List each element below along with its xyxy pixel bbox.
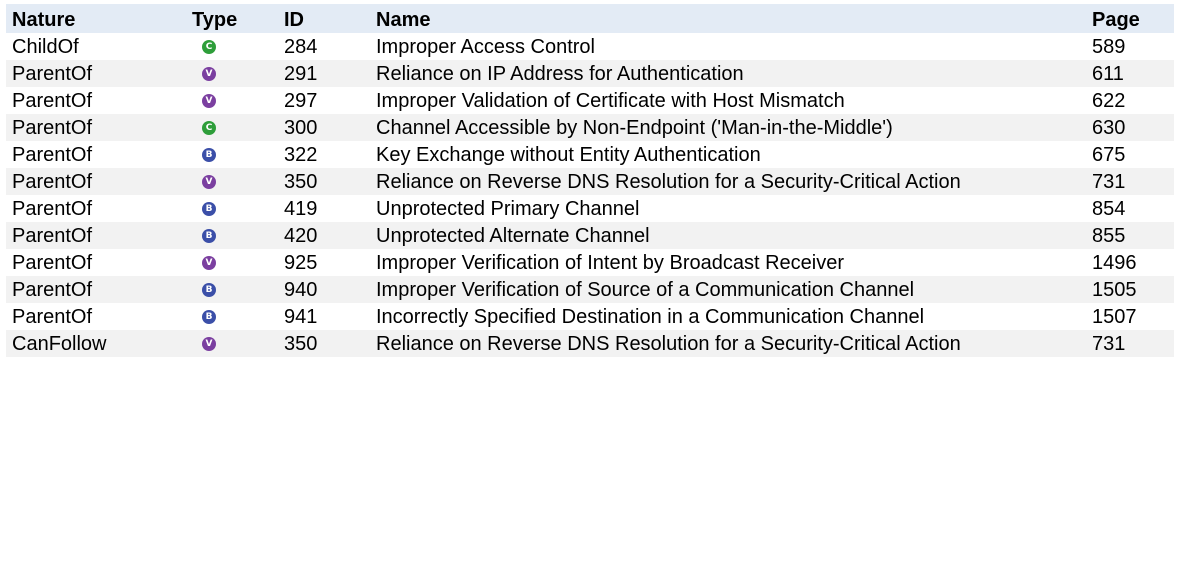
cell-id: 291	[284, 63, 318, 85]
base-icon: B	[202, 202, 216, 216]
cell-name: Channel Accessible by Non-Endpoint ('Man…	[376, 117, 893, 139]
cell-page: 731	[1092, 333, 1126, 355]
cell-type: B	[186, 303, 278, 330]
table-row: ParentOf V 925 Improper Verification of Int…	[6, 249, 1174, 276]
cell-nature: ParentOf	[12, 198, 93, 220]
cell-nature: ParentOf	[12, 63, 93, 85]
cell-id: 322	[284, 144, 318, 166]
cell-id: 941	[284, 306, 318, 328]
table-row: ParentOf B 322 Key Exchange without Entity …	[6, 141, 1174, 168]
base-icon: B	[202, 283, 216, 297]
cell-page: 854	[1092, 198, 1126, 220]
cell-type: B	[186, 276, 278, 303]
cell-page: 1507	[1092, 306, 1137, 328]
cell-type: V	[186, 60, 278, 87]
cell-type: V	[186, 87, 278, 114]
table-row: ParentOf B 420 Unprotected Alternate Channe…	[6, 222, 1174, 249]
cell-type: B	[186, 141, 278, 168]
variant-icon: V	[202, 175, 216, 189]
cell-name: Unprotected Alternate Channel	[376, 225, 650, 247]
cell-type: B	[186, 195, 278, 222]
header-id: ID	[284, 9, 304, 31]
header-row: Nature Type ID Name Page	[6, 4, 1174, 33]
table-row: CanFollow V 350 Reliance on Reverse DNS Res…	[6, 330, 1174, 357]
cell-name: Incorrectly Specified Destination in a C…	[376, 306, 925, 328]
variant-icon: V	[202, 256, 216, 270]
cell-name: Improper Verification of Source of a Com…	[376, 279, 915, 301]
cell-name: Reliance on Reverse DNS Resolution for a…	[376, 333, 961, 355]
header-name: Name	[376, 9, 431, 31]
cell-nature: ParentOf	[12, 90, 93, 112]
cell-id: 350	[284, 171, 318, 193]
table-header: Nature Type ID Name Page	[6, 4, 1174, 33]
category-icon: C	[202, 40, 216, 54]
table-row: ParentOf V 350 Reliance on Reverse DNS Reso…	[6, 168, 1174, 195]
cell-name: Improper Verification of Intent by Broad…	[376, 252, 845, 274]
cell-id: 350	[284, 333, 318, 355]
cell-id: 297	[284, 90, 318, 112]
cell-page: 675	[1092, 144, 1126, 166]
cell-page: 855	[1092, 225, 1126, 247]
cell-page: 630	[1092, 117, 1126, 139]
cell-type: C	[186, 33, 278, 60]
cell-id: 284	[284, 36, 318, 58]
relationships-table: Nature Type ID Name Page ChildOf C 284 Impr…	[6, 4, 1174, 357]
base-icon: B	[202, 229, 216, 243]
cell-page: 589	[1092, 36, 1126, 58]
variant-icon: V	[202, 337, 216, 351]
table-row: ParentOf B 941 Incorrectly Specified Destin…	[6, 303, 1174, 330]
header-nature: Nature	[12, 9, 76, 31]
cell-nature: ParentOf	[12, 171, 93, 193]
cell-name: Unprotected Primary Channel	[376, 198, 640, 220]
cell-type: B	[186, 222, 278, 249]
table-body: ChildOf C 284 Improper Access Control 589 Par…	[6, 33, 1174, 357]
cell-nature: ParentOf	[12, 306, 93, 328]
table-row: ParentOf V 291 Reliance on IP Address for A…	[6, 60, 1174, 87]
cell-type: V	[186, 330, 278, 357]
category-icon: C	[202, 121, 216, 135]
cell-type: V	[186, 249, 278, 276]
cell-nature: ParentOf	[12, 252, 93, 274]
cell-id: 419	[284, 198, 318, 220]
cell-id: 940	[284, 279, 318, 301]
table-row: ChildOf C 284 Improper Access Control 589	[6, 33, 1174, 60]
cell-page: 1496	[1092, 252, 1137, 274]
cell-id: 420	[284, 225, 318, 247]
cell-page: 731	[1092, 171, 1126, 193]
header-page: Page	[1092, 9, 1140, 31]
header-type: Type	[192, 9, 238, 31]
variant-icon: V	[202, 67, 216, 81]
table-row: ParentOf B 419 Unprotected Primary Channel 8…	[6, 195, 1174, 222]
cell-type: V	[186, 168, 278, 195]
cell-nature: CanFollow	[12, 333, 107, 355]
cell-name: Reliance on IP Address for Authenticatio…	[376, 63, 744, 85]
table-row: ParentOf B 940 Improper Verification of Sou…	[6, 276, 1174, 303]
cell-page: 611	[1092, 63, 1124, 85]
cell-nature: ParentOf	[12, 225, 93, 247]
cell-name: Key Exchange without Entity Authenticati…	[376, 144, 761, 166]
cell-id: 925	[284, 252, 318, 274]
cell-nature: ChildOf	[12, 36, 79, 58]
base-icon: B	[202, 310, 216, 324]
cell-page: 622	[1092, 90, 1126, 112]
cell-name: Improper Validation of Certificate with …	[376, 90, 845, 112]
variant-icon: V	[202, 94, 216, 108]
base-icon: B	[202, 148, 216, 162]
cell-type: C	[186, 114, 278, 141]
cell-nature: ParentOf	[12, 279, 93, 301]
cell-nature: ParentOf	[12, 144, 93, 166]
cell-name: Reliance on Reverse DNS Resolution for a…	[376, 171, 961, 193]
cell-name: Improper Access Control	[376, 36, 595, 58]
cell-id: 300	[284, 117, 318, 139]
table-row: ParentOf V 297 Improper Validation of Certi…	[6, 87, 1174, 114]
cell-nature: ParentOf	[12, 117, 93, 139]
cell-page: 1505	[1092, 279, 1137, 301]
table-row: ParentOf C 300 Channel Accessible by Non-En…	[6, 114, 1174, 141]
